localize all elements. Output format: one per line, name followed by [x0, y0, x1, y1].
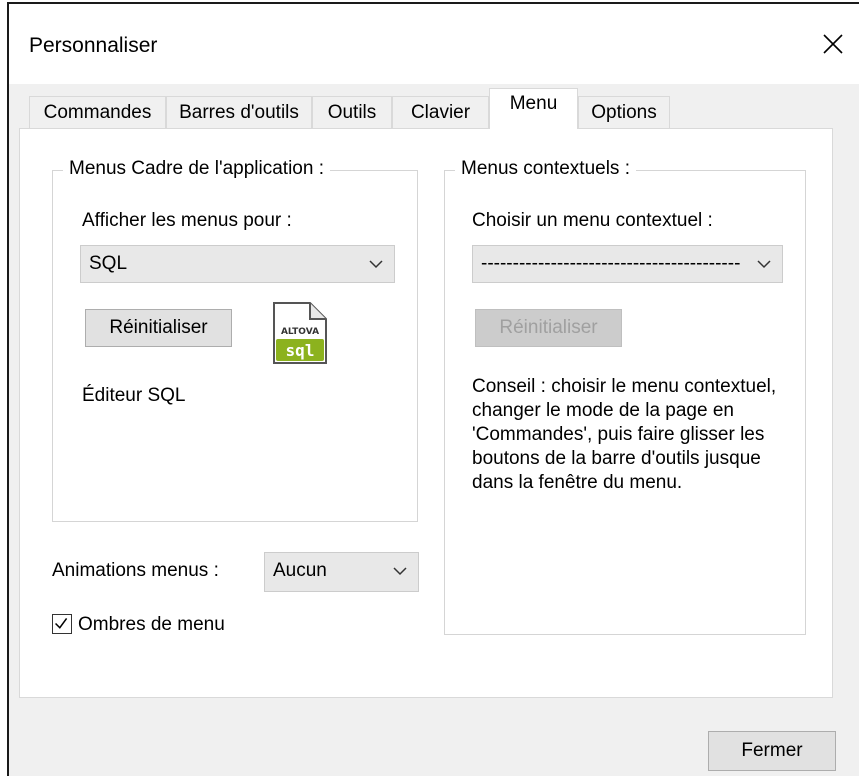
- sql-editor-label: Éditeur SQL: [82, 385, 186, 406]
- title-bar: Personnaliser: [9, 4, 859, 84]
- choose-context-menu-label: Choisir un menu contextuel :: [472, 210, 713, 231]
- tab-clavier[interactable]: Clavier: [392, 96, 489, 128]
- menu-shadows-label: Ombres de menu: [78, 614, 225, 635]
- show-menus-for-label: Afficher les menus pour :: [82, 210, 292, 231]
- close-dialog-button[interactable]: Fermer: [708, 731, 836, 771]
- context-reset-button[interactable]: Réinitialiser: [475, 309, 622, 347]
- tab-outils[interactable]: Outils: [312, 96, 392, 128]
- animations-value: Aucun: [273, 560, 327, 581]
- tab-menu[interactable]: Menu: [489, 88, 578, 129]
- context-menu-select[interactable]: ----------------------------------------…: [472, 245, 783, 283]
- close-icon: [823, 34, 843, 54]
- tab-barres-outils[interactable]: Barres d'outils: [166, 96, 312, 128]
- tab-commandes[interactable]: Commandes: [29, 96, 166, 128]
- context-menus-group-title: Menus contextuels :: [455, 158, 636, 180]
- app-menus-group-title: Menus Cadre de l'application :: [63, 158, 330, 180]
- tab-options[interactable]: Options: [578, 96, 670, 128]
- animations-select[interactable]: Aucun: [264, 552, 419, 592]
- show-menus-for-select[interactable]: SQL: [80, 245, 395, 283]
- sql-document-icon: ALTOVA sql: [273, 302, 327, 364]
- chevron-down-icon: [757, 260, 771, 269]
- close-button[interactable]: [815, 26, 851, 62]
- menu-shadows-checkbox[interactable]: [52, 614, 72, 634]
- context-menu-value: ----------------------------------------…: [481, 253, 741, 274]
- chevron-down-icon: [369, 260, 383, 269]
- icon-sql-text: sql: [286, 341, 315, 360]
- animations-label: Animations menus :: [52, 560, 219, 581]
- context-menu-tip: Conseil : choisir le menu contextuel, ch…: [472, 376, 777, 493]
- chevron-down-icon: [393, 567, 407, 576]
- app-reset-button[interactable]: Réinitialiser: [85, 309, 232, 347]
- show-menus-for-value: SQL: [89, 253, 128, 274]
- checkmark-icon: [55, 617, 68, 629]
- dialog-title: Personnaliser: [29, 34, 158, 57]
- icon-altova-text: ALTOVA: [281, 327, 319, 337]
